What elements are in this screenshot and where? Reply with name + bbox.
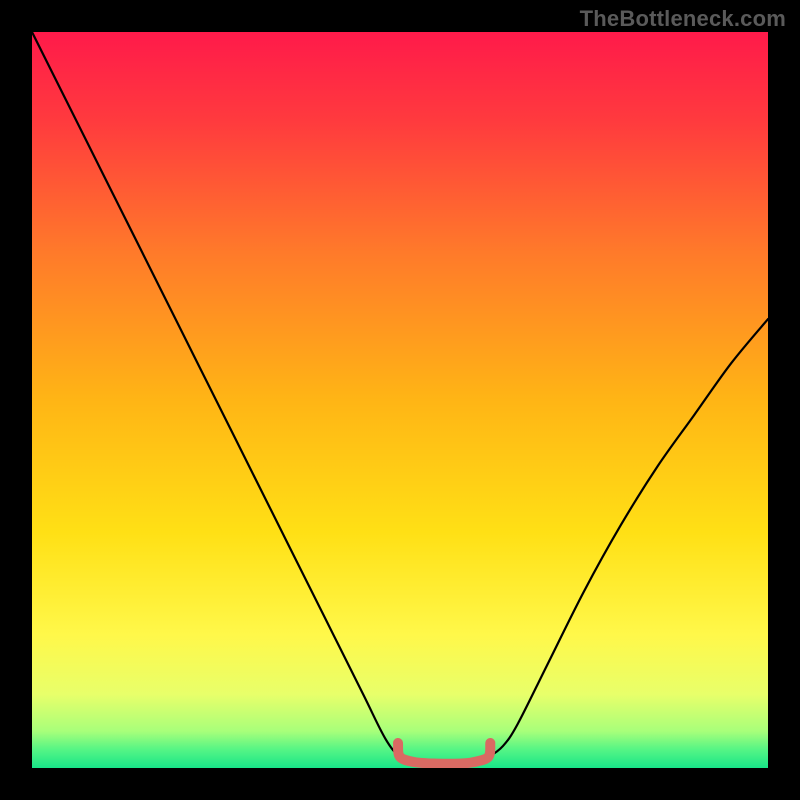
gradient-background (32, 32, 768, 768)
bottleneck-chart (32, 32, 768, 768)
chart-svg (32, 32, 768, 768)
watermark-text: TheBottleneck.com (580, 6, 786, 32)
